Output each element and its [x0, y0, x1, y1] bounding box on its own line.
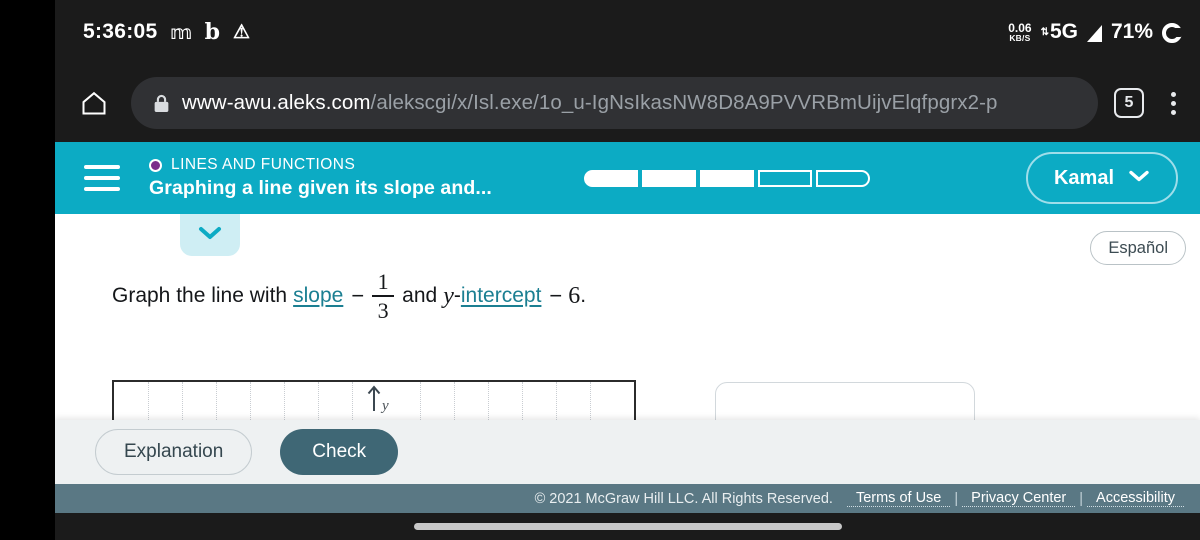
signal-triangle-icon [1086, 24, 1102, 42]
user-name: Kamal [1053, 166, 1114, 189]
status-bar-left: 5:36:05 𝕞 b ⚠ [83, 20, 250, 44]
mastodon-icon: 𝕞 [170, 21, 192, 44]
slope-glossary-link[interactable]: slope [293, 284, 343, 308]
footer-separator: | [954, 490, 959, 507]
accessibility-link[interactable]: Accessibility [1087, 490, 1184, 507]
url-host: www-awu.aleks.com [182, 91, 371, 114]
url-text: www-awu.aleks.com/alekscgi/x/Isl.exe/1o_… [182, 91, 998, 115]
footer-separator: | [1079, 490, 1084, 507]
action-toolbar: Explanation Check [55, 420, 1200, 484]
phone-viewport: 5:36:05 𝕞 b ⚠ 0.06 KB/S ⇅ 5G 71% www-awu… [55, 0, 1200, 540]
privacy-center-link[interactable]: Privacy Center [962, 490, 1076, 507]
problem-header: LINES AND FUNCTIONS Graphing a line give… [149, 156, 492, 200]
tab-count-button[interactable]: 5 [1114, 88, 1144, 118]
progress-meter [583, 169, 870, 187]
slope-sign: − [351, 283, 365, 309]
intercept-sign: − [549, 283, 563, 309]
y-variable: y [443, 282, 454, 309]
up-arrow-icon [366, 385, 382, 416]
chevron-down-icon [197, 225, 223, 246]
language-button[interactable]: Español [1090, 231, 1186, 265]
screen: 5:36:05 𝕞 b ⚠ 0.06 KB/S ⇅ 5G 71% www-awu… [0, 0, 1200, 540]
fraction-bar [372, 295, 395, 298]
question-period: . [580, 284, 587, 308]
progress-segment [815, 169, 870, 187]
network-speed-value: 0.06 [1008, 20, 1032, 35]
terms-of-use-link[interactable]: Terms of Use [846, 490, 951, 507]
network-speed-unit: KB/S [1009, 32, 1031, 43]
progress-segment [699, 169, 754, 187]
check-button[interactable]: Check [280, 429, 399, 475]
intercept-value: 6 [568, 282, 581, 309]
progress-segment [583, 169, 638, 187]
progress-segment [641, 169, 696, 187]
browser-toolbar: www-awu.aleks.com/alekscgi/x/Isl.exe/1o_… [55, 64, 1200, 142]
url-bar[interactable]: www-awu.aleks.com/alekscgi/x/Isl.exe/1o_… [131, 77, 1098, 129]
kebab-menu-icon[interactable] [1158, 83, 1188, 123]
web-page: LINES AND FUNCTIONS Graphing a line give… [55, 142, 1200, 540]
language-button-label: Español [1108, 238, 1168, 257]
collapse-panel-button[interactable] [180, 214, 240, 256]
slope-numerator: 1 [377, 269, 389, 294]
topic-label: LINES AND FUNCTIONS [171, 156, 356, 173]
hamburger-menu-icon[interactable] [73, 165, 131, 191]
slope-denominator: 3 [377, 298, 389, 324]
question-conjunction: and [402, 284, 438, 308]
topic-line: LINES AND FUNCTIONS [149, 156, 492, 174]
intercept-hyphen: - [453, 284, 461, 308]
network-type-label: 5G [1049, 20, 1078, 43]
question-prefix: Graph the line with [112, 284, 288, 308]
explanation-button[interactable]: Explanation [95, 429, 253, 475]
url-path: /alekscgi/x/Isl.exe/1o_u-IgNsIkasNW8D8A9… [370, 91, 998, 114]
intercept-glossary-link[interactable]: intercept [461, 284, 542, 308]
home-icon[interactable] [71, 80, 117, 126]
battery-ring-icon [1162, 23, 1182, 43]
slope-fraction: 1 3 [372, 269, 395, 324]
y-axis-label: y [382, 398, 389, 414]
chevron-down-icon [1128, 169, 1150, 188]
copyright-text: © 2021 McGraw Hill LLC. All Rights Reser… [534, 490, 833, 507]
android-navigation-bar [55, 513, 1200, 540]
page-title: Graphing a line given its slope and... [149, 177, 492, 199]
progress-segment [757, 169, 812, 187]
question-text: Graph the line with slope − 1 3 and y -i… [112, 270, 586, 322]
status-bar: 5:36:05 𝕞 b ⚠ 0.06 KB/S ⇅ 5G 71% [55, 0, 1200, 64]
letterbox-left [0, 0, 55, 540]
status-clock: 5:36:05 [83, 20, 158, 43]
aleks-app-header: LINES AND FUNCTIONS Graphing a line give… [55, 142, 1200, 214]
user-menu-button[interactable]: Kamal [1025, 152, 1178, 204]
page-footer: © 2021 McGraw Hill LLC. All Rights Reser… [55, 484, 1200, 513]
warning-triangle-icon: ⚠ [233, 21, 251, 43]
status-bar-right: 0.06 KB/S ⇅ 5G 71% [1008, 20, 1182, 44]
network-speed-indicator: 0.06 KB/S [1008, 22, 1031, 43]
b-app-icon: b [204, 19, 221, 45]
gesture-nav-pill[interactable] [413, 523, 842, 530]
purple-dot-icon [149, 158, 162, 172]
data-arrows-icon: ⇅ [1040, 26, 1049, 38]
lock-icon [153, 94, 170, 113]
network-type-indicator: ⇅ 5G [1041, 20, 1078, 44]
battery-percent: 71% [1110, 20, 1153, 43]
